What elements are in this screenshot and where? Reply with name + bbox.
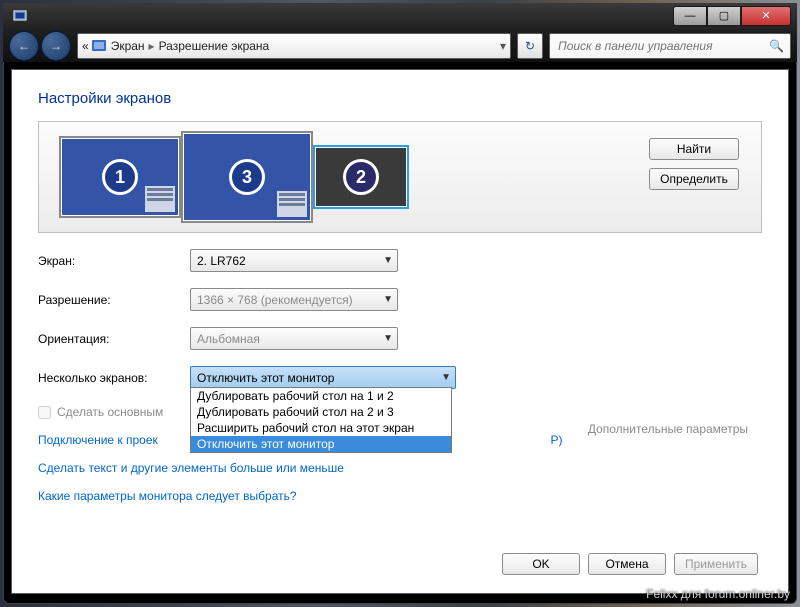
combo-value: 1366 × 768 (рекомендуется) [197, 293, 353, 307]
chevron-down-icon: ▼ [383, 294, 393, 305]
resolution-label: Разрешение: [38, 293, 190, 307]
chevron-down-icon: ▼ [383, 333, 393, 344]
orientation-combo[interactable]: Альбомная ▼ [190, 327, 398, 350]
search-box[interactable]: 🔍 [549, 33, 791, 59]
client-area: Настройки экранов 1 3 2 Найти Определить Э… [11, 69, 789, 594]
cancel-button[interactable]: Отмена [588, 553, 666, 575]
breadcrumb-item[interactable]: Разрешение экрана [159, 39, 270, 53]
resolution-combo[interactable]: 1366 × 768 (рекомендуется) ▼ [190, 288, 398, 311]
monitor-thumb-1[interactable]: 1 [59, 136, 181, 218]
advanced-link[interactable]: Дополнительные параметры [588, 422, 748, 436]
multiple-label: Несколько экранов: [38, 371, 190, 385]
titlebar[interactable]: — ▢ ✕ [3, 3, 797, 29]
monitor-thumb-2[interactable]: 2 [313, 145, 409, 209]
close-button[interactable]: ✕ [741, 6, 791, 26]
multiple-combo[interactable]: Отключить этот монитор ▼ Дублировать раб… [190, 366, 456, 389]
monitor-number: 2 [343, 159, 379, 195]
identify-button[interactable]: Определить [649, 168, 739, 190]
forward-button[interactable]: → [41, 31, 71, 61]
maximize-button[interactable]: ▢ [707, 6, 741, 26]
window-icon [13, 9, 27, 23]
back-button[interactable]: ← [9, 31, 39, 61]
monitor-number: 1 [102, 159, 138, 195]
screen-label: Экран: [38, 254, 190, 268]
screen-combo[interactable]: 2. LR762 ▼ [190, 249, 398, 272]
window-frame: — ▢ ✕ ← → « Экран ▸ Разрешение экрана ▾ … [3, 3, 797, 604]
chevron-down-icon: ▼ [441, 372, 451, 383]
multiple-dropdown[interactable]: Дублировать рабочий стол на 1 и 2Дублиро… [190, 387, 452, 453]
combo-value: 2. LR762 [197, 254, 246, 268]
monitor-thumb-3[interactable]: 3 [181, 131, 313, 223]
primary-checkbox-label: Сделать основным [57, 405, 163, 419]
page-title: Настройки экранов [38, 90, 762, 107]
chevron-down-icon[interactable]: ▾ [500, 39, 506, 53]
text-size-link[interactable]: Сделать текст и другие элементы больше и… [38, 461, 762, 475]
orientation-label: Ориентация: [38, 332, 190, 346]
search-input[interactable] [556, 38, 769, 54]
control-panel-icon [91, 38, 107, 54]
watermark: Felixx для forum.onliner.by [646, 587, 790, 601]
apply-button[interactable]: Применить [674, 553, 758, 575]
breadcrumb-item[interactable]: Экран [111, 39, 145, 53]
dropdown-option[interactable]: Дублировать рабочий стол на 2 и 3 [191, 404, 451, 420]
minimize-button[interactable]: — [673, 6, 707, 26]
dropdown-option[interactable]: Дублировать рабочий стол на 1 и 2 [191, 388, 451, 404]
chevron-right-icon: ▸ [149, 39, 155, 53]
which-settings-link[interactable]: Какие параметры монитора следует выбрать… [38, 489, 762, 503]
breadcrumb[interactable]: « Экран ▸ Разрешение экрана ▾ [77, 33, 511, 59]
ok-button[interactable]: OK [502, 553, 580, 575]
find-button[interactable]: Найти [649, 138, 739, 160]
search-icon[interactable]: 🔍 [769, 39, 784, 53]
chevron-down-icon: ▼ [383, 255, 393, 266]
combo-value: Альбомная [197, 332, 260, 346]
arrow-right-icon: → [50, 39, 62, 53]
monitor-preview[interactable]: 1 3 2 Найти Определить [38, 121, 762, 233]
monitor-number: 3 [229, 159, 265, 195]
nav-bar: ← → « Экран ▸ Разрешение экрана ▾ ↻ 🔍 [3, 29, 797, 62]
arrow-left-icon: ← [18, 39, 30, 53]
dropdown-option[interactable]: Отключить этот монитор [191, 436, 451, 452]
refresh-icon: ↻ [525, 39, 535, 53]
breadcrumb-overflow[interactable]: « [82, 39, 89, 53]
primary-checkbox-input [38, 406, 51, 419]
refresh-button[interactable]: ↻ [517, 33, 543, 59]
combo-value: Отключить этот монитор [197, 371, 334, 385]
dropdown-option[interactable]: Расширить рабочий стол на этот экран [191, 420, 451, 436]
